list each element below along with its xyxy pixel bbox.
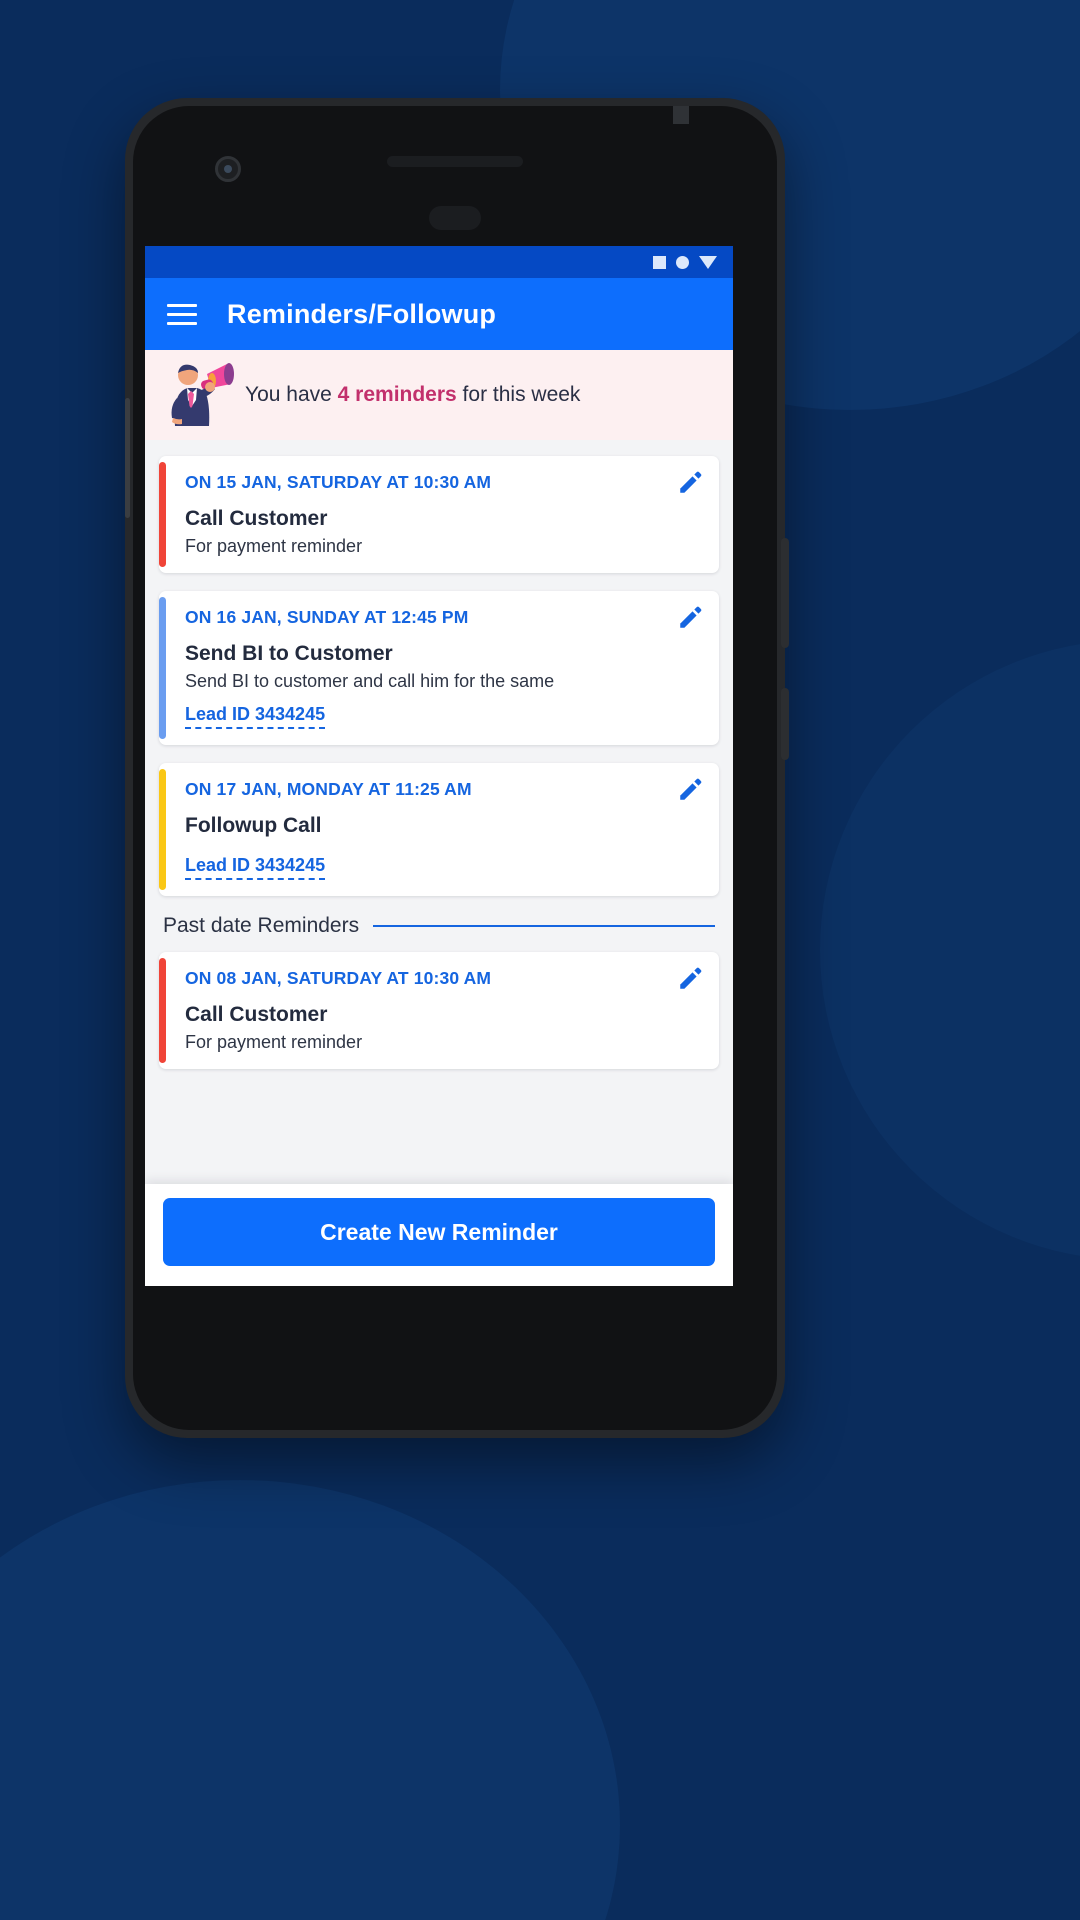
reminder-datetime: ON 16 JAN, SUNDAY AT 12:45 PM — [185, 607, 469, 627]
man-with-megaphone-illustration — [171, 363, 234, 426]
banner-text-before: You have — [245, 383, 338, 406]
square-icon — [653, 255, 666, 269]
reminder-accent-bar — [159, 769, 166, 890]
circle-icon — [676, 255, 689, 269]
pencil-edit-icon[interactable] — [677, 966, 703, 992]
reminder-title: Send BI to Customer — [185, 642, 393, 665]
reminder-datetime: ON 17 JAN, MONDAY AT 11:25 AM — [185, 779, 472, 799]
bottom-action-bar: Create New Reminder — [145, 1184, 733, 1286]
reminder-accent-bar — [159, 958, 166, 1063]
reminder-datetime: ON 15 JAN, SATURDAY AT 10:30 AM — [185, 472, 492, 492]
lead-id-link[interactable]: Lead ID 3434245 — [185, 704, 326, 729]
pencil-edit-icon[interactable] — [677, 605, 703, 631]
reminders-summary-text: You have 4 reminders for this week — [245, 383, 580, 407]
reminder-description: Send BI to customer and call him for the… — [185, 671, 555, 691]
reminder-accent-bar — [159, 462, 166, 567]
section-divider-rule — [373, 924, 715, 928]
reminder-title: Followup Call — [185, 814, 322, 837]
earpiece-sensor — [429, 206, 481, 230]
reminder-description: For payment reminder — [185, 1032, 363, 1052]
reminders-list[interactable]: ON 15 JAN, SATURDAY AT 10:30 AM Call Cus… — [145, 440, 733, 1184]
reminder-title: Call Customer — [185, 507, 328, 530]
speaker-grille — [387, 156, 523, 167]
phone-sensor-notch — [673, 106, 689, 124]
reminder-accent-bar — [159, 597, 166, 739]
phone-screen: Reminders/Followup You have 4 reminders … — [145, 246, 733, 1286]
create-new-reminder-button[interactable]: Create New Reminder — [163, 1198, 715, 1266]
triangle-down-icon — [699, 255, 717, 269]
page-title: Reminders/Followup — [227, 298, 497, 329]
reminder-datetime: ON 08 JAN, SATURDAY AT 10:30 AM — [185, 968, 492, 988]
phone-mockup: Reminders/Followup You have 4 reminders … — [125, 98, 789, 1438]
banner-text-after: for this week — [456, 383, 581, 406]
reminders-count-highlight: 4 reminders — [337, 383, 457, 406]
background-blob-bottom-left — [0, 1480, 620, 1920]
phone-left-edge — [125, 398, 130, 518]
reminder-description: For payment reminder — [185, 536, 363, 556]
reminder-card[interactable]: ON 08 JAN, SATURDAY AT 10:30 AM Call Cus… — [159, 952, 719, 1069]
phone-power-button — [781, 538, 789, 648]
phone-bezel: Reminders/Followup You have 4 reminders … — [133, 106, 777, 1430]
phone-volume-button — [781, 688, 789, 760]
past-reminders-header: Past date Reminders — [163, 914, 715, 938]
pencil-edit-icon[interactable] — [677, 470, 703, 496]
reminder-card[interactable]: ON 17 JAN, MONDAY AT 11:25 AM Followup C… — [159, 763, 719, 896]
status-bar — [145, 246, 733, 278]
reminder-card[interactable]: ON 16 JAN, SUNDAY AT 12:45 PM Send BI to… — [159, 591, 719, 745]
reminders-summary-banner: You have 4 reminders for this week — [145, 350, 733, 440]
past-reminders-label: Past date Reminders — [163, 914, 360, 937]
reminder-title: Call Customer — [185, 1003, 328, 1026]
front-camera-icon — [215, 156, 241, 182]
background-blob-right — [820, 640, 1080, 1260]
app-bar: Reminders/Followup — [145, 278, 733, 350]
hamburger-menu-icon[interactable] — [167, 303, 197, 325]
reminder-card[interactable]: ON 15 JAN, SATURDAY AT 10:30 AM Call Cus… — [159, 456, 719, 573]
pencil-edit-icon[interactable] — [677, 777, 703, 803]
lead-id-link[interactable]: Lead ID 3434245 — [185, 855, 326, 880]
